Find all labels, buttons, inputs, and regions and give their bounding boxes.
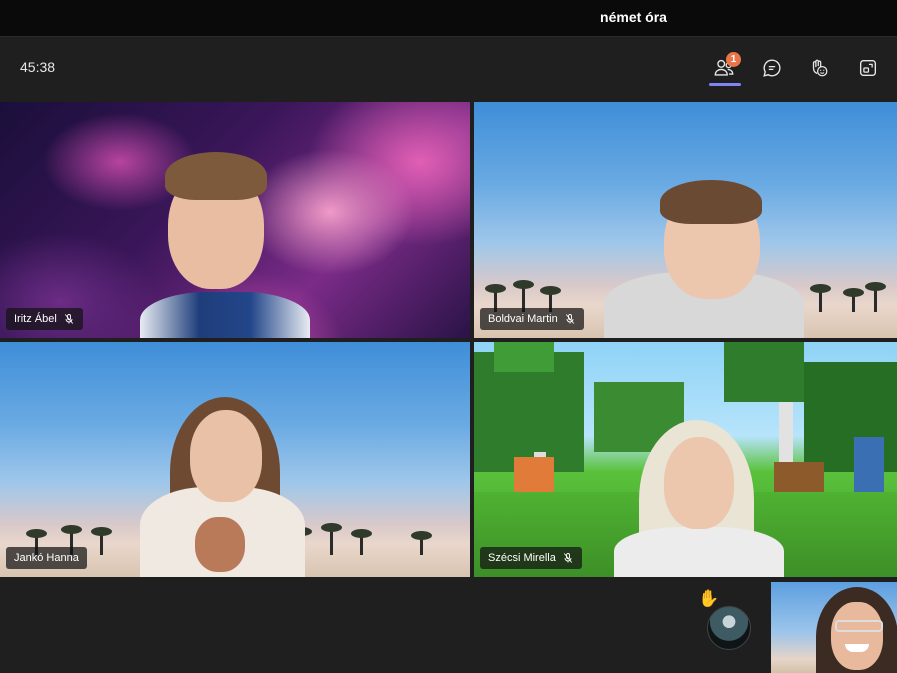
mic-off-icon (64, 314, 73, 324)
participants-button[interactable]: 1 (706, 51, 742, 85)
participant-name-tag: Szécsi Mirella (480, 547, 582, 569)
video-tile[interactable]: Boldvai Martin (474, 102, 897, 338)
active-tab-indicator (709, 83, 741, 86)
raised-hand-icon: ✋ (698, 589, 720, 608)
share-tray-icon (859, 59, 877, 77)
chat-icon (763, 59, 781, 77)
mic-off-icon (563, 553, 572, 563)
participant-name: Boldvai Martin (488, 313, 558, 325)
video-tile[interactable]: Jankó Hanna (0, 342, 470, 577)
glasses (835, 620, 883, 632)
participant-name-tag: Iritz Ábel (6, 308, 83, 330)
meeting-title: német óra (600, 9, 667, 25)
participants-badge: 1 (726, 52, 741, 67)
self-video-preview[interactable] (771, 582, 897, 673)
mic-off-icon (565, 314, 574, 324)
share-tray-button[interactable] (850, 51, 886, 85)
participant-name: Iritz Ábel (14, 313, 57, 325)
video-tile[interactable]: Iritz Ábel (0, 102, 470, 338)
video-tile[interactable]: Szécsi Mirella (474, 342, 897, 577)
reactions-button[interactable] (801, 51, 837, 85)
meeting-toolbar: 45:38 1 (0, 37, 897, 98)
meeting-timer: 45:38 (20, 59, 56, 75)
reactions-icon (812, 59, 828, 77)
participant-name-tag: Boldvai Martin (480, 308, 584, 330)
participant-name: Jankó Hanna (14, 552, 79, 564)
chat-button[interactable] (754, 51, 790, 85)
participant-name-tag: Jankó Hanna (6, 547, 87, 569)
participant-avatar[interactable] (707, 606, 751, 650)
participant-name: Szécsi Mirella (488, 552, 556, 564)
title-bar: német óra (0, 0, 897, 37)
self-face (831, 602, 883, 670)
